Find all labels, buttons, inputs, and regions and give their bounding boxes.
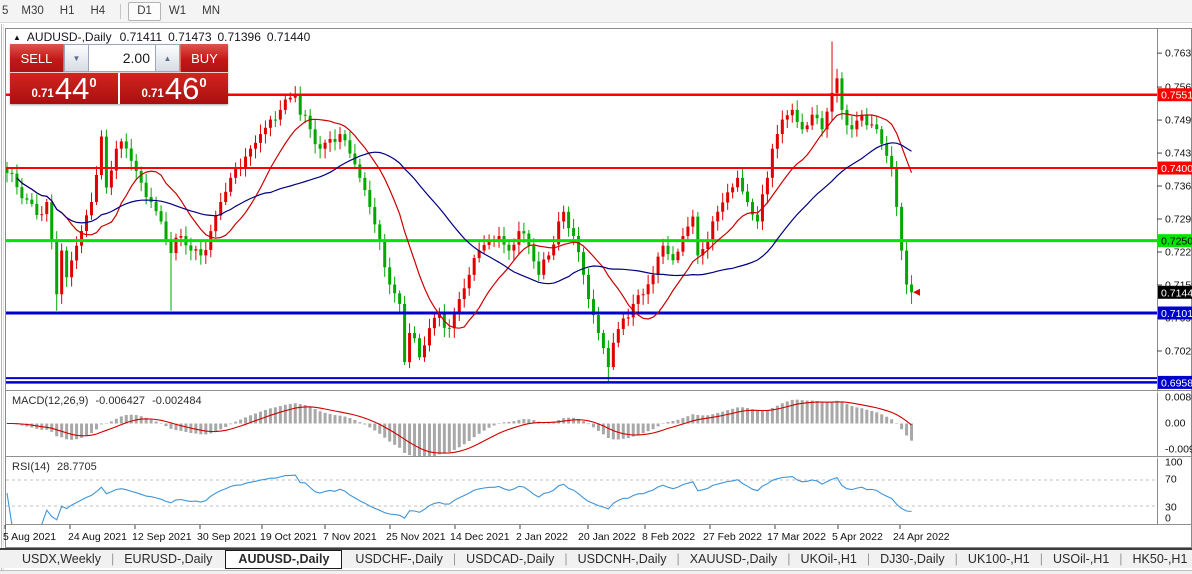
sell-price-point: 0 [89, 75, 97, 90]
macd-axis-tick: 0.00 [1165, 418, 1186, 430]
sell-price[interactable]: 0.71 44 0 [10, 73, 118, 104]
chart-tab-usdcnh-daily[interactable]: USDCNH-,Daily [568, 552, 677, 566]
y-axis-tick: 0.72270 [1165, 247, 1192, 259]
chart-tab-usoil-h1[interactable]: USOil-,H1 [1043, 552, 1119, 566]
x-axis-date-label: 5 Apr 2022 [832, 531, 883, 543]
svg-text:0.69582: 0.69582 [1161, 377, 1192, 389]
volume-input[interactable] [89, 44, 155, 72]
chart-title: ▲ AUDUSD-,Daily 0.71411 0.71473 0.71396 … [13, 30, 316, 44]
x-axis-date-label: 17 Mar 2022 [767, 531, 826, 543]
x-axis-date-label: 30 Sep 2021 [197, 531, 257, 543]
buy-button[interactable]: BUY [180, 44, 228, 72]
trading-terminal: 5M30H1H4D1W1MN 0.763700.756700.749900.74… [0, 0, 1192, 574]
macd-axis-tick: 0.008061 [1165, 392, 1192, 404]
y-axis-tick: 0.72950 [1165, 214, 1192, 226]
x-axis-date-label: 7 Nov 2021 [323, 531, 377, 543]
buy-price-prefix: 0.71 [141, 88, 164, 100]
y-axis-tick: 0.73630 [1165, 181, 1192, 193]
rsi-axis-tick: 100 [1165, 457, 1183, 469]
y-axis-tick: 0.76370 [1165, 48, 1192, 60]
chart-tab-audusd-daily[interactable]: AUDUSD-,Daily [225, 549, 343, 569]
svg-text:0.72504: 0.72504 [1161, 236, 1192, 248]
x-axis-date-label: 5 Aug 2021 [3, 531, 56, 543]
ohlc-high: 0.71473 [168, 30, 212, 44]
svg-text:0.75512: 0.75512 [1161, 90, 1192, 102]
ohlc-low: 0.71396 [217, 30, 261, 44]
window-bottom-strip [0, 570, 1192, 574]
buy-price-point: 0 [199, 75, 207, 90]
chart-tab-uk100-h1[interactable]: UK100-,H1 [958, 552, 1040, 566]
x-axis-date-label: 20 Jan 2022 [578, 531, 636, 543]
x-axis-date-label: 24 Aug 2021 [68, 531, 127, 543]
ohlc-open: 0.71411 [119, 30, 163, 44]
svg-text:0.74002: 0.74002 [1161, 163, 1192, 175]
chart-tab-usdchf-daily[interactable]: USDCHF-,Daily [345, 552, 453, 566]
symbol-tab-bar: USDX,Weekly | EURUSD-,Daily AUDUSD-,Daily US… [0, 548, 1192, 569]
macd-value-signal: -0.002484 [152, 395, 202, 407]
chart-tab-eurusd-daily[interactable]: EURUSD-,Daily [114, 552, 222, 566]
x-axis-date-label: 8 Feb 2022 [642, 531, 695, 543]
y-axis-tick: 0.74990 [1165, 115, 1192, 127]
y-axis-tick: 0.74310 [1165, 148, 1192, 160]
symbol-marker-icon: ▲ [13, 32, 21, 42]
chart-tab-ukoil-h1[interactable]: UKOil-,H1 [791, 552, 867, 566]
svg-text:0.71440: 0.71440 [1161, 287, 1192, 299]
y-axis-tick: 0.70230 [1165, 345, 1192, 357]
rsi-axis-tick: 70 [1165, 474, 1177, 486]
rsi-axis-tick: 0 [1165, 513, 1171, 525]
sell-price-prefix: 0.71 [31, 88, 54, 100]
sell-price-pips: 44 [54, 71, 90, 106]
macd-value-main: -0.006427 [95, 395, 146, 407]
x-axis-date-label: 14 Dec 2021 [450, 531, 510, 543]
buy-price-pips: 46 [164, 71, 200, 106]
x-axis-date-label: 25 Nov 2021 [386, 531, 446, 543]
rsi-name: RSI(14) [12, 461, 50, 473]
ohlc-close: 0.71440 [266, 30, 311, 44]
one-click-trade-panel: SELL ▼ ▲ BUY 0.71 44 0 0.71 46 0 [10, 44, 228, 104]
chart-tab-usdx-weekly[interactable]: USDX,Weekly [12, 552, 111, 566]
sell-button[interactable]: SELL [10, 44, 64, 72]
chart-tab-xauusd-daily[interactable]: XAUUSD-,Daily [680, 552, 788, 566]
chart-tab-dj30-daily[interactable]: DJ30-,Daily [870, 552, 955, 566]
rsi-value: 28.7705 [56, 461, 97, 473]
volume-increase-button[interactable]: ▲ [155, 44, 180, 72]
volume-decrease-button[interactable]: ▼ [64, 44, 89, 72]
x-axis-date-label: 19 Oct 2021 [260, 531, 317, 543]
macd-name: MACD(12,26,9) [12, 395, 89, 407]
current-price-arrow-icon [913, 288, 920, 296]
macd-label: MACD(12,26,9) -0.006427 -0.002484 [12, 395, 206, 407]
rsi-label: RSI(14) 28.7705 [12, 461, 101, 473]
macd-axis-tick: -0.00928 [1165, 444, 1192, 456]
buy-price[interactable]: 0.71 46 0 [118, 73, 228, 104]
chart-tab-usdcad-daily[interactable]: USDCAD-,Daily [456, 552, 564, 566]
chart-tab-hk50-h1[interactable]: HK50-,H1 [1123, 552, 1192, 566]
chart-symbol-label: AUDUSD-,Daily [26, 30, 112, 44]
x-axis-date-label: 24 Apr 2022 [893, 531, 950, 543]
svg-text:0.71013: 0.71013 [1161, 308, 1192, 320]
x-axis-date-label: 2 Jan 2022 [516, 531, 568, 543]
x-axis-date-label: 12 Sep 2021 [132, 531, 192, 543]
x-axis-date-label: 27 Feb 2022 [703, 531, 762, 543]
